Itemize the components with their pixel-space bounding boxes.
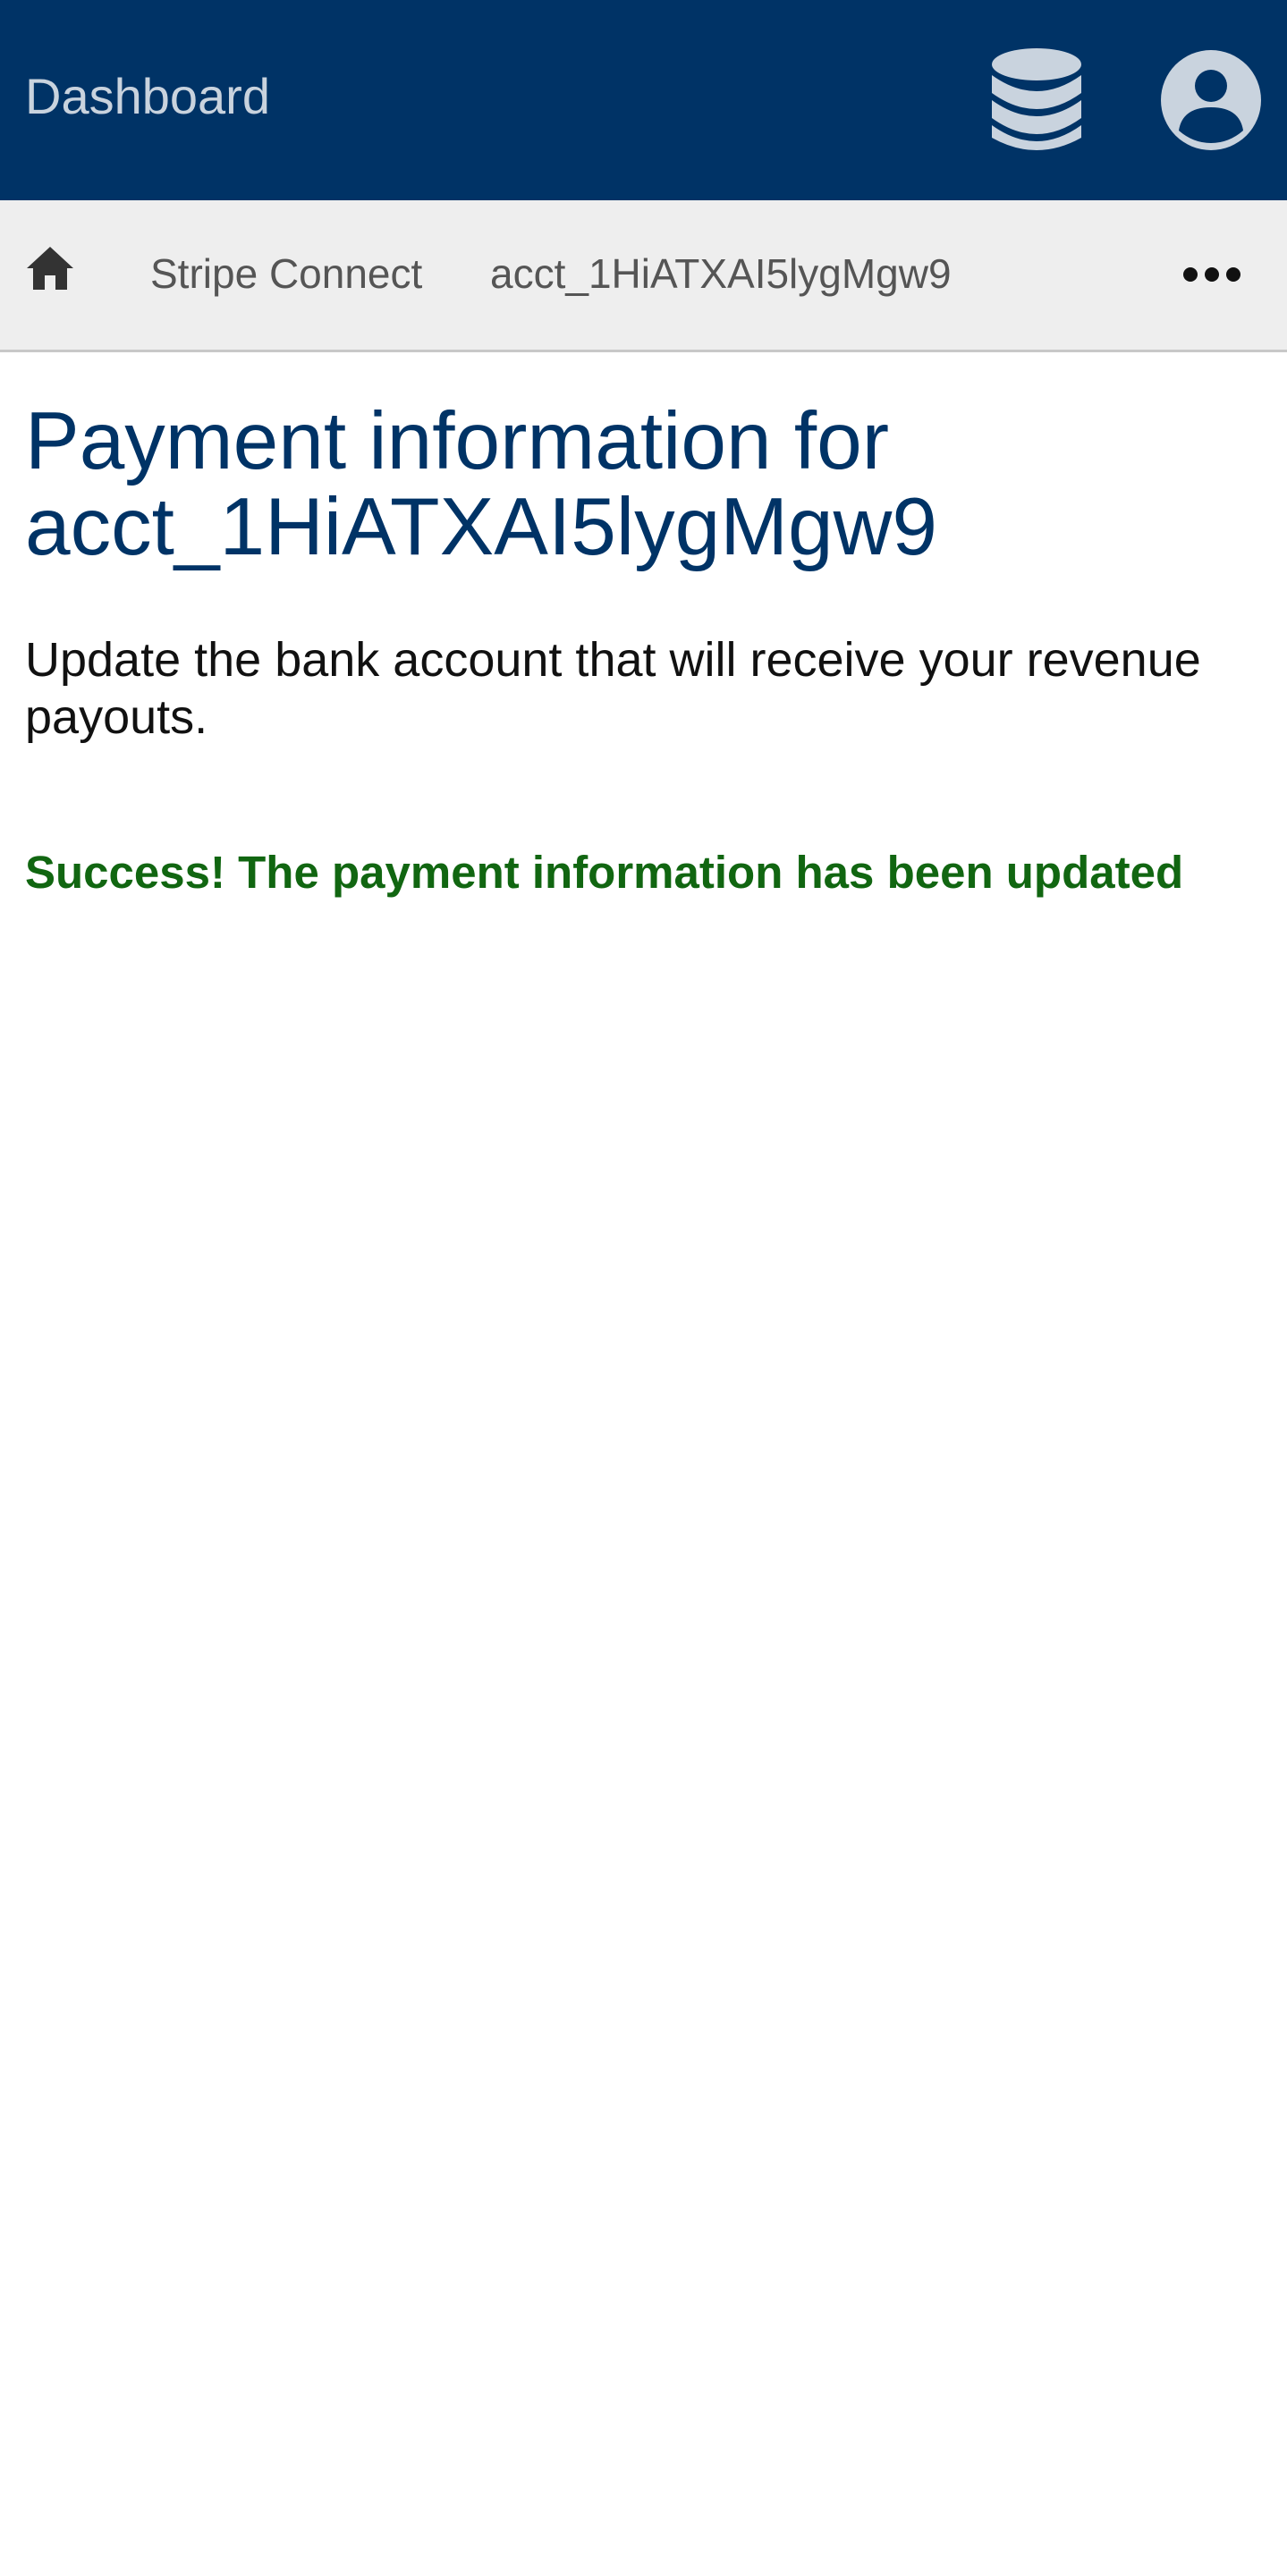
- database-icon[interactable]: [984, 45, 1089, 156]
- more-options-icon[interactable]: [1181, 265, 1243, 284]
- user-account-icon[interactable]: [1159, 48, 1263, 152]
- dashboard-link[interactable]: Dashboard: [25, 64, 270, 129]
- page-title-line1: Payment information for: [25, 396, 890, 486]
- breadcrumb-item-account[interactable]: acct_1HiATXAI5lygMgw9: [490, 249, 952, 299]
- breadcrumb-item-stripe-connect[interactable]: Stripe Connect: [150, 249, 422, 299]
- top-navbar: Dashboard: [0, 0, 1287, 200]
- success-message: Success! The payment information has bee…: [25, 847, 1184, 898]
- page-title: Payment information for acct_1HiATXAI5ly…: [25, 399, 1268, 570]
- page-title-line2: acct_1HiATXAI5lygMgw9: [25, 482, 937, 572]
- page-description: Update the bank account that will receiv…: [25, 633, 1201, 744]
- home-icon[interactable]: [25, 245, 75, 291]
